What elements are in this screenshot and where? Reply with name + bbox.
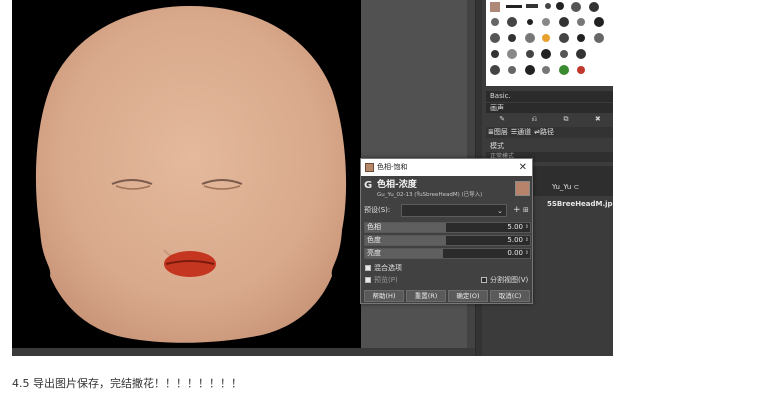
brush-actions: ✎ ⎌ ⧉ ✖ bbox=[486, 114, 613, 124]
horizontal-scrollbar[interactable] bbox=[12, 348, 475, 356]
hue-value[interactable]: 5.00 bbox=[507, 223, 523, 232]
saturation-label: 色度 bbox=[367, 236, 381, 244]
article-caption: 4.5 导出图片保存，完结撒花！！！！！！！！ bbox=[12, 377, 242, 390]
new-brush-icon[interactable]: ⎌ bbox=[531, 114, 537, 124]
cancel-button[interactable]: 取消(C) bbox=[490, 290, 530, 302]
preset-row: 预设(S): ⌄ + ⊞ bbox=[364, 204, 530, 217]
brush-thumbnails bbox=[490, 2, 604, 75]
split-view-label[interactable]: 分割视图(V) bbox=[490, 275, 528, 285]
tab-layers[interactable]: ≣图层 bbox=[488, 127, 508, 138]
dialog-buttons: 帮助(H) 重置(R) 确定(O) 取消(C) bbox=[364, 290, 530, 302]
brush-tags-field[interactable]: 画声 bbox=[486, 103, 613, 113]
spin-arrows-icon[interactable]: ⇕ bbox=[525, 249, 529, 258]
dock-tabs: ≣图层 ☰通道 ⇌路径 bbox=[486, 127, 613, 138]
saturation-slider[interactable]: 色度 5.00 ⇕ bbox=[364, 235, 531, 246]
spin-arrows-icon[interactable]: ⇕ bbox=[525, 223, 529, 232]
gimp-screenshot: Basic. 画声 ✎ ⎌ ⧉ ✖ ≣图层 ☰通道 ⇌路径 模式 正常模式 Yu… bbox=[12, 0, 613, 356]
dialog-titlebar[interactable]: 色相-饱和 ✕ bbox=[361, 159, 532, 176]
lightness-value[interactable]: 0.00 bbox=[507, 249, 523, 258]
delete-brush-icon[interactable]: ✖ bbox=[595, 114, 601, 124]
image-canvas[interactable] bbox=[12, 0, 361, 348]
image-thumbnail bbox=[515, 181, 530, 196]
dialog-heading: 色相-浓度 bbox=[377, 180, 417, 190]
reset-button[interactable]: 重置(R) bbox=[406, 290, 446, 302]
saturation-value[interactable]: 5.00 bbox=[507, 236, 523, 245]
blend-options-label[interactable]: 混合选项 bbox=[374, 263, 402, 273]
lightness-label: 亮度 bbox=[367, 249, 381, 257]
dialog-header: G 色相-浓度 Gu_Yu_02-13 (ŸuSbreeHeadM) (已导入) bbox=[364, 179, 530, 201]
gimp-logo-icon: G bbox=[364, 180, 373, 191]
hue-label: 色相 bbox=[367, 223, 381, 231]
hue-saturation-dialog: 色相-饱和 ✕ G 色相-浓度 Gu_Yu_02-13 (ŸuSbreeHead… bbox=[360, 158, 533, 304]
image-name: 5SBreeHeadM.jpg bbox=[547, 200, 613, 208]
layer-name[interactable]: Yu_Yu ⊂ bbox=[552, 182, 579, 192]
blend-options-checkbox[interactable] bbox=[365, 265, 371, 271]
mode-label: 模式 bbox=[490, 142, 504, 150]
face-skin bbox=[35, 6, 347, 343]
close-icon[interactable]: ✕ bbox=[519, 159, 527, 176]
preset-select[interactable]: ⌄ bbox=[401, 204, 507, 217]
brush-name-field: Basic. bbox=[486, 91, 613, 102]
brushes-grid[interactable] bbox=[486, 0, 613, 86]
help-button[interactable]: 帮助(H) bbox=[364, 290, 404, 302]
tab-paths[interactable]: ⇌路径 bbox=[534, 127, 554, 138]
spin-arrows-icon[interactable]: ⇕ bbox=[525, 236, 529, 245]
duplicate-brush-icon[interactable]: ⧉ bbox=[564, 114, 569, 124]
preset-menu-icon[interactable]: ⊞ bbox=[523, 204, 529, 217]
preset-label: 预设(S): bbox=[364, 206, 391, 214]
hue-slider[interactable]: 色相 5.00 ⇕ bbox=[364, 222, 531, 233]
dialog-subheading: Gu_Yu_02-13 (ŸuSbreeHeadM) (已导入) bbox=[377, 192, 483, 198]
face-texture-image bbox=[35, 6, 347, 343]
split-view-checkbox[interactable] bbox=[481, 277, 487, 283]
lightness-slider[interactable]: 亮度 0.00 ⇕ bbox=[364, 248, 531, 259]
preview-checkbox[interactable] bbox=[365, 277, 371, 283]
tab-channels[interactable]: ☰通道 bbox=[511, 127, 531, 138]
add-preset-icon[interactable]: + bbox=[513, 204, 521, 217]
edit-brush-icon[interactable]: ✎ bbox=[499, 114, 505, 124]
mouth bbox=[164, 251, 216, 277]
gimp-app-icon bbox=[365, 163, 374, 172]
chevron-down-icon: ⌄ bbox=[497, 207, 503, 215]
ok-button[interactable]: 确定(O) bbox=[448, 290, 488, 302]
preview-label[interactable]: 预览(P) bbox=[374, 275, 398, 285]
dialog-window-title: 色相-饱和 bbox=[377, 163, 408, 171]
